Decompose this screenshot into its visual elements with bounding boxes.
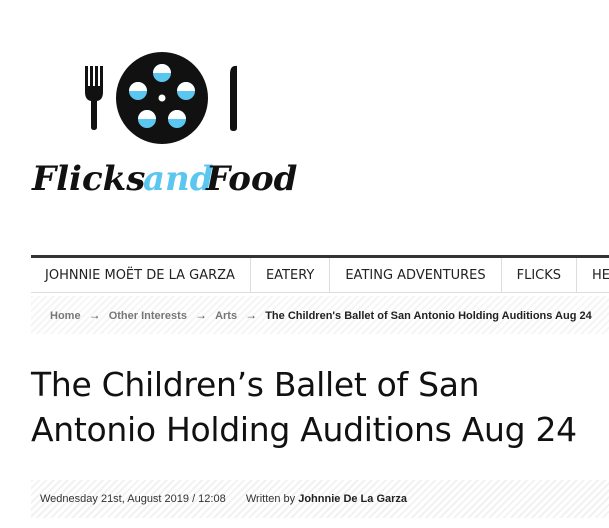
- breadcrumb-arrow-icon: →: [195, 308, 207, 322]
- nav-item-eating-adventures[interactable]: EATING ADVENTURES: [330, 258, 502, 292]
- nav-item-flicks[interactable]: FLICKS: [502, 258, 578, 292]
- breadcrumb-current: The Children's Ballet of San Antonio Hol…: [265, 310, 592, 322]
- nav-item-johnnie[interactable]: JOHNNIE MOËT DE LA GARZA: [31, 258, 251, 292]
- article-date: Wednesday 21st, August 2019 / 12:08: [40, 493, 226, 505]
- breadcrumb-home[interactable]: Home: [50, 310, 81, 322]
- film-reel-icon: [116, 52, 208, 144]
- article-author-link[interactable]: Johnnie De La Garza: [298, 493, 407, 505]
- breadcrumb-arrow-icon: →: [245, 308, 258, 322]
- breadcrumb-other-interests[interactable]: Other Interests: [109, 310, 187, 322]
- svg-text:Flicks: Flicks: [31, 159, 145, 199]
- breadcrumb-arrow-icon: →: [88, 308, 101, 322]
- main-navigation: JOHNNIE MOËT DE LA GARZA EATERY EATING ADV…: [31, 255, 609, 293]
- svg-text:and: and: [143, 159, 214, 199]
- knife-icon: [230, 65, 237, 131]
- site-logo[interactable]: Flicks and Food: [0, 0, 609, 250]
- breadcrumb: Home → Other Interests → Arts → The Chil…: [31, 296, 609, 334]
- article-title: The Children’s Ballet of San Antonio Hol…: [31, 365, 577, 449]
- svg-text:Food: Food: [205, 159, 298, 199]
- nav-item-health[interactable]: HEALTH: [577, 258, 609, 292]
- nav-item-eatery[interactable]: EATERY: [251, 258, 331, 292]
- fork-icon: [85, 66, 103, 130]
- article-meta: Wednesday 21st, August 2019 / 12:08 Writ…: [31, 480, 609, 518]
- written-by-label: Written by: [245, 493, 296, 505]
- logo-wordmark: Flicks and Food: [31, 159, 298, 199]
- breadcrumb-arts[interactable]: Arts: [215, 310, 237, 322]
